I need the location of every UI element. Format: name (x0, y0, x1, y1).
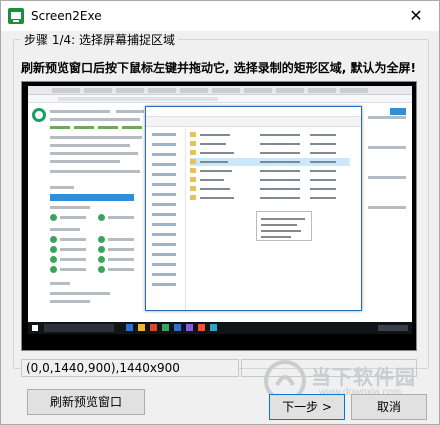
screen-preview[interactable] (21, 81, 417, 351)
screen2exe-icon (8, 8, 24, 24)
next-button[interactable]: 下一步 > (269, 394, 345, 420)
desktop-thumbnail (28, 86, 412, 322)
window-title: Screen2Exe (31, 9, 102, 23)
status-panel (241, 359, 417, 377)
file-explorer-thumbnail (145, 106, 362, 311)
title-bar[interactable]: Screen2Exe ✕ (1, 1, 439, 31)
instruction-text: 刷新预览窗口后按下鼠标左键并拖动它, 选择录制的矩形区域, 默认为全屏! (21, 61, 416, 75)
close-button[interactable]: ✕ (393, 1, 439, 31)
browser-address-bar (28, 95, 412, 103)
browser-tab-strip (28, 86, 412, 95)
app-window: Screen2Exe ✕ 步骤 1/4: 选择屏幕捕捉区域 刷新预览窗口后按下鼠… (0, 0, 440, 425)
capture-coordinates: (0,0,1440,900),1440x900 (21, 359, 239, 377)
step-title: 步骤 1/4: 选择屏幕捕捉区域 (21, 31, 178, 48)
refresh-preview-button[interactable]: 刷新预览窗口 (27, 389, 145, 415)
site-logo-icon (32, 108, 46, 122)
cancel-button[interactable]: 取消 (351, 394, 427, 420)
taskbar-thumbnail (28, 322, 412, 334)
